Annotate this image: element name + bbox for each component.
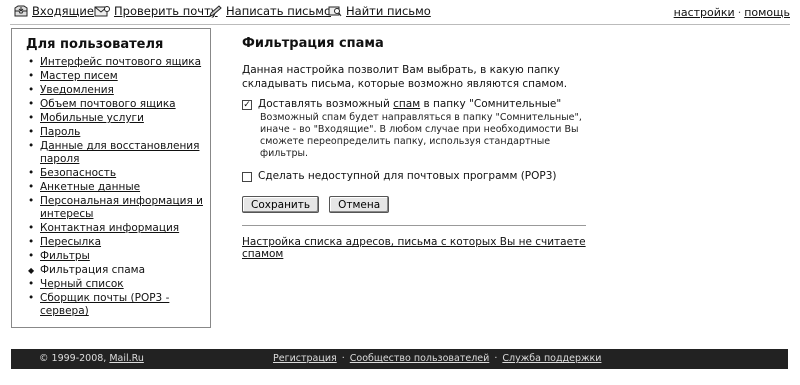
bullet-icon: • [28, 222, 35, 234]
sidebar-item-label[interactable]: Уведомления [40, 84, 114, 96]
sidebar-item-mobile[interactable]: • Мобильные услуги [26, 112, 210, 125]
spam-folder-option: ✓ Доставлять возможный спам в папку "Сом… [242, 98, 592, 110]
help-link[interactable]: помощь [744, 6, 790, 19]
brand-link[interactable]: Mail.Ru [109, 353, 144, 364]
bullet-icon: • [28, 181, 35, 193]
bullet-icon: • [28, 70, 35, 82]
pop3-checkbox[interactable] [242, 172, 252, 182]
sidebar-item-label[interactable]: Контактная информация [40, 222, 179, 234]
support-link[interactable]: Служба поддержки [502, 353, 601, 364]
sidebar-title: Для пользователя [26, 37, 164, 52]
sidebar-item-label: Фильтрация спама [40, 264, 146, 276]
bullet-icon: • [28, 195, 35, 207]
footer-links: Регистрация · Сообщество пользователей ·… [273, 353, 601, 364]
pop3-option: Сделать недоступной для почтовых програм… [242, 170, 592, 182]
sidebar-item-filters[interactable]: • Фильтры [26, 250, 210, 263]
whitelist-link[interactable]: Настройка списка адресов, письма с котор… [242, 236, 586, 260]
sidebar-item-spam-filter: ◆ Фильтрация спама [26, 264, 210, 277]
bullet-icon: • [28, 84, 35, 96]
sidebar-item-label[interactable]: Пароль [40, 126, 80, 138]
sidebar-item-interface[interactable]: • Интерфейс почтового ящика [26, 56, 210, 69]
bullet-icon: • [28, 250, 35, 262]
copyright: © 1999-2008, Mail.Ru [39, 353, 144, 364]
sidebar-item-contacts[interactable]: • Контактная информация [26, 222, 210, 235]
sidebar-item-label[interactable]: Мастер писем [40, 70, 118, 82]
bullet-icon: • [28, 140, 35, 152]
search-mail-icon [328, 6, 342, 17]
sidebar-item-recovery[interactable]: • Данные для восстановления пароля [26, 140, 210, 166]
sidebar-item-password[interactable]: • Пароль [26, 126, 210, 139]
separator: · [737, 6, 742, 19]
sidebar-item-security[interactable]: • Безопасность [26, 167, 210, 180]
settings-link[interactable]: настройки [674, 6, 735, 19]
bullet-icon: • [28, 278, 35, 290]
inbox-icon [14, 5, 28, 17]
sidebar-item-label[interactable]: Черный список [40, 278, 124, 290]
bullet-icon: • [28, 236, 35, 248]
label-text: в папку "Сомнительные" [420, 98, 562, 110]
save-button[interactable]: Сохранить [242, 196, 320, 213]
sidebar-item-label[interactable]: Пересылка [40, 236, 101, 248]
sidebar-item-personal[interactable]: • Персональная информация и интересы [26, 195, 210, 221]
pen-icon [209, 5, 222, 17]
section-divider [242, 225, 586, 226]
inbox-link-wrap[interactable]: Входящие [14, 4, 94, 18]
compose-wrap[interactable]: Написать письмо [208, 4, 331, 18]
cancel-button[interactable]: Отмена [329, 196, 390, 213]
sidebar-item-label[interactable]: Безопасность [40, 167, 116, 179]
top-right-links: настройки · помощь [674, 6, 790, 19]
page-title: Фильтрация спама [242, 36, 384, 51]
form-buttons: Сохранить Отмена [242, 196, 592, 213]
main-content: Фильтрация спама Данная настройка позвол… [242, 36, 592, 260]
separator: · [338, 353, 348, 364]
sidebar-item-label[interactable]: Сборщик почты (POP3 - сервера) [40, 292, 169, 317]
sidebar-item-profile[interactable]: • Анкетные данные [26, 181, 210, 194]
copyright-text: © 1999-2008, [39, 353, 110, 364]
active-diamond-icon: ◆ [28, 266, 35, 275]
sidebar-item-mailbox-size[interactable]: • Объем почтового ящика [26, 98, 210, 111]
bullet-icon: • [28, 56, 35, 68]
sidebar-item-label[interactable]: Данные для восстановления пароля [40, 140, 199, 165]
sidebar-item-notifications[interactable]: • Уведомления [26, 84, 210, 97]
check-mail-link[interactable]: Проверить почту [114, 4, 218, 18]
sidebar-item-label[interactable]: Персональная информация и интересы [40, 195, 203, 220]
sidebar-item-wizard[interactable]: • Мастер писем [26, 70, 210, 83]
compose-link[interactable]: Написать письмо [226, 4, 331, 18]
top-toolbar: Входящие Проверить почту Написать письмо… [0, 0, 800, 26]
sidebar-item-blacklist[interactable]: • Черный список [26, 278, 210, 291]
check-mail-wrap[interactable]: Проверить почту [94, 4, 218, 18]
sidebar-item-label[interactable]: Интерфейс почтового ящика [40, 56, 201, 68]
sidebar-item-forwarding[interactable]: • Пересылка [26, 236, 210, 249]
community-link[interactable]: Сообщество пользователей [350, 353, 490, 364]
footer: © 1999-2008, Mail.Ru Регистрация · Сообщ… [11, 349, 788, 369]
envelope-refresh-icon [94, 6, 110, 17]
spam-folder-note: Возможный спам будет направляться в папк… [260, 112, 582, 159]
bullet-icon: • [28, 98, 35, 110]
spam-folder-label: Доставлять возможный спам в папку "Сомни… [258, 98, 561, 110]
inbox-link[interactable]: Входящие [32, 4, 94, 18]
bullet-icon: • [28, 167, 35, 179]
sidebar-item-label[interactable]: Фильтры [40, 250, 90, 262]
search-mail-wrap[interactable]: Найти письмо [328, 4, 431, 18]
sidebar-item-pop3-collector[interactable]: • Сборщик почты (POP3 - сервера) [26, 292, 210, 318]
pop3-label: Сделать недоступной для почтовых програм… [258, 170, 557, 182]
sidebar-item-label[interactable]: Объем почтового ящика [40, 98, 176, 110]
intro-text: Данная настройка позволит Вам выбрать, в… [242, 64, 568, 90]
search-mail-link[interactable]: Найти письмо [346, 4, 431, 18]
bullet-icon: • [28, 292, 35, 304]
spam-link[interactable]: спам [393, 98, 420, 110]
settings-sidebar: Для пользователя • Интерфейс почтового ящ… [11, 28, 211, 328]
bullet-icon: • [28, 112, 35, 124]
sidebar-item-label[interactable]: Анкетные данные [40, 181, 140, 193]
whitelist-line: Настройка списка адресов, письма с котор… [242, 236, 592, 260]
label-text: Доставлять возможный [258, 98, 394, 110]
spam-folder-checkbox[interactable]: ✓ [242, 100, 252, 110]
separator: · [491, 353, 501, 364]
register-link[interactable]: Регистрация [273, 353, 337, 364]
bullet-icon: • [28, 126, 35, 138]
toolbar-divider [10, 24, 790, 25]
sidebar-menu: • Интерфейс почтового ящика • Мастер писем… [26, 56, 210, 318]
sidebar-item-label[interactable]: Мобильные услуги [40, 112, 144, 124]
